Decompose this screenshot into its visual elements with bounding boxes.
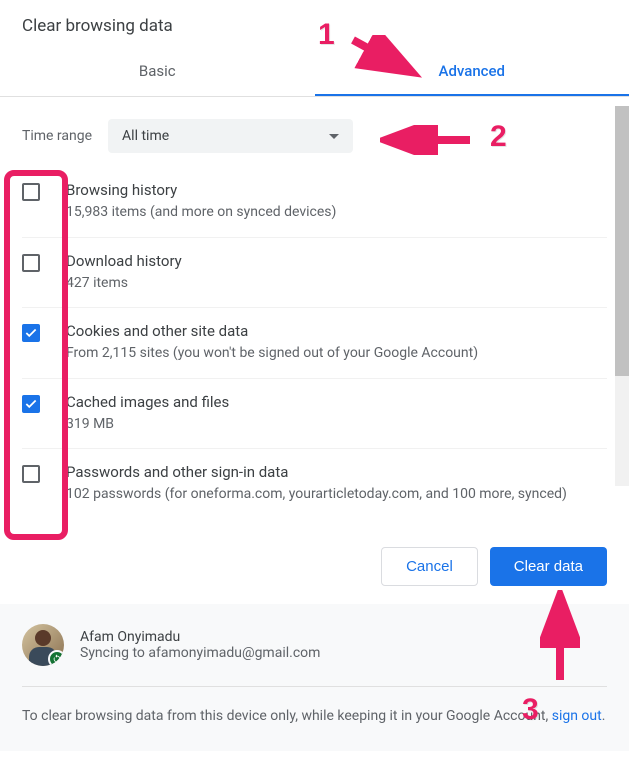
time-range-value: All time: [122, 128, 169, 144]
account-text: Afam Onyimadu Syncing to afamonyimadu@gm…: [80, 629, 320, 661]
annotation-number-1: 1: [318, 18, 335, 52]
list-item: Browsing history 15,983 items (and more o…: [22, 167, 607, 238]
item-title: Passwords and other sign-in data: [66, 463, 607, 481]
annotation-arrow-3: [540, 590, 580, 690]
annotation-arrow-1: [348, 35, 428, 85]
time-range-select[interactable]: All time: [108, 119, 353, 153]
item-subtitle: 102 passwords (for oneforma.com, yourart…: [66, 485, 607, 505]
item-subtitle: 15,983 items (and more on synced devices…: [66, 203, 607, 223]
note-text-after: .: [602, 708, 606, 724]
time-range-label: Time range: [22, 128, 92, 144]
checkbox[interactable]: [22, 395, 40, 413]
avatar: [22, 624, 64, 666]
chevron-down-icon: [329, 134, 339, 139]
cancel-button[interactable]: Cancel: [381, 547, 478, 586]
item-subtitle: 427 items: [66, 274, 607, 294]
account-row: Afam Onyimadu Syncing to afamonyimadu@gm…: [22, 624, 607, 687]
item-subtitle: From 2,115 sites (you won't be signed ou…: [66, 344, 607, 364]
checkbox[interactable]: [22, 183, 40, 201]
item-title: Download history: [66, 252, 607, 270]
item-title: Browsing history: [66, 181, 607, 199]
signout-note: To clear browsing data from this device …: [22, 687, 607, 727]
list-item: Download history 427 items: [22, 238, 607, 309]
scrollbar[interactable]: [615, 106, 629, 486]
tab-basic[interactable]: Basic: [0, 48, 315, 96]
account-section: Afam Onyimadu Syncing to afamonyimadu@gm…: [0, 604, 629, 751]
checkbox[interactable]: [22, 254, 40, 272]
checkbox[interactable]: [22, 465, 40, 483]
list-item: Cached images and files 319 MB: [22, 379, 607, 450]
list-item: Cookies and other site data From 2,115 si…: [22, 308, 607, 379]
content-area: Time range All time Browsing history 15,9…: [0, 97, 629, 519]
sync-badge-icon: [48, 650, 64, 666]
dialog-title: Clear browsing data: [0, 0, 629, 48]
tabs: Basic Advanced: [0, 48, 629, 97]
footer-buttons: Cancel Clear data: [0, 519, 629, 604]
sign-out-link[interactable]: sign out: [552, 708, 602, 724]
sync-status: Syncing to afamonyimadu@gmail.com: [80, 645, 320, 661]
checkbox[interactable]: [22, 324, 40, 342]
account-name: Afam Onyimadu: [80, 629, 320, 645]
time-range-row: Time range All time: [22, 97, 607, 167]
scrollbar-thumb[interactable]: [615, 106, 629, 376]
annotation-arrow-2: [380, 125, 480, 155]
clear-data-button[interactable]: Clear data: [490, 547, 607, 586]
annotation-number-2: 2: [490, 120, 507, 154]
data-types-list: Browsing history 15,983 items (and more o…: [22, 167, 607, 519]
item-title: Cached images and files: [66, 393, 607, 411]
note-text-before: To clear browsing data from this device …: [22, 708, 552, 724]
item-title: Cookies and other site data: [66, 322, 607, 340]
item-subtitle: 319 MB: [66, 415, 607, 435]
annotation-number-3: 3: [522, 693, 539, 727]
list-item: Passwords and other sign-in data 102 pass…: [22, 449, 607, 519]
